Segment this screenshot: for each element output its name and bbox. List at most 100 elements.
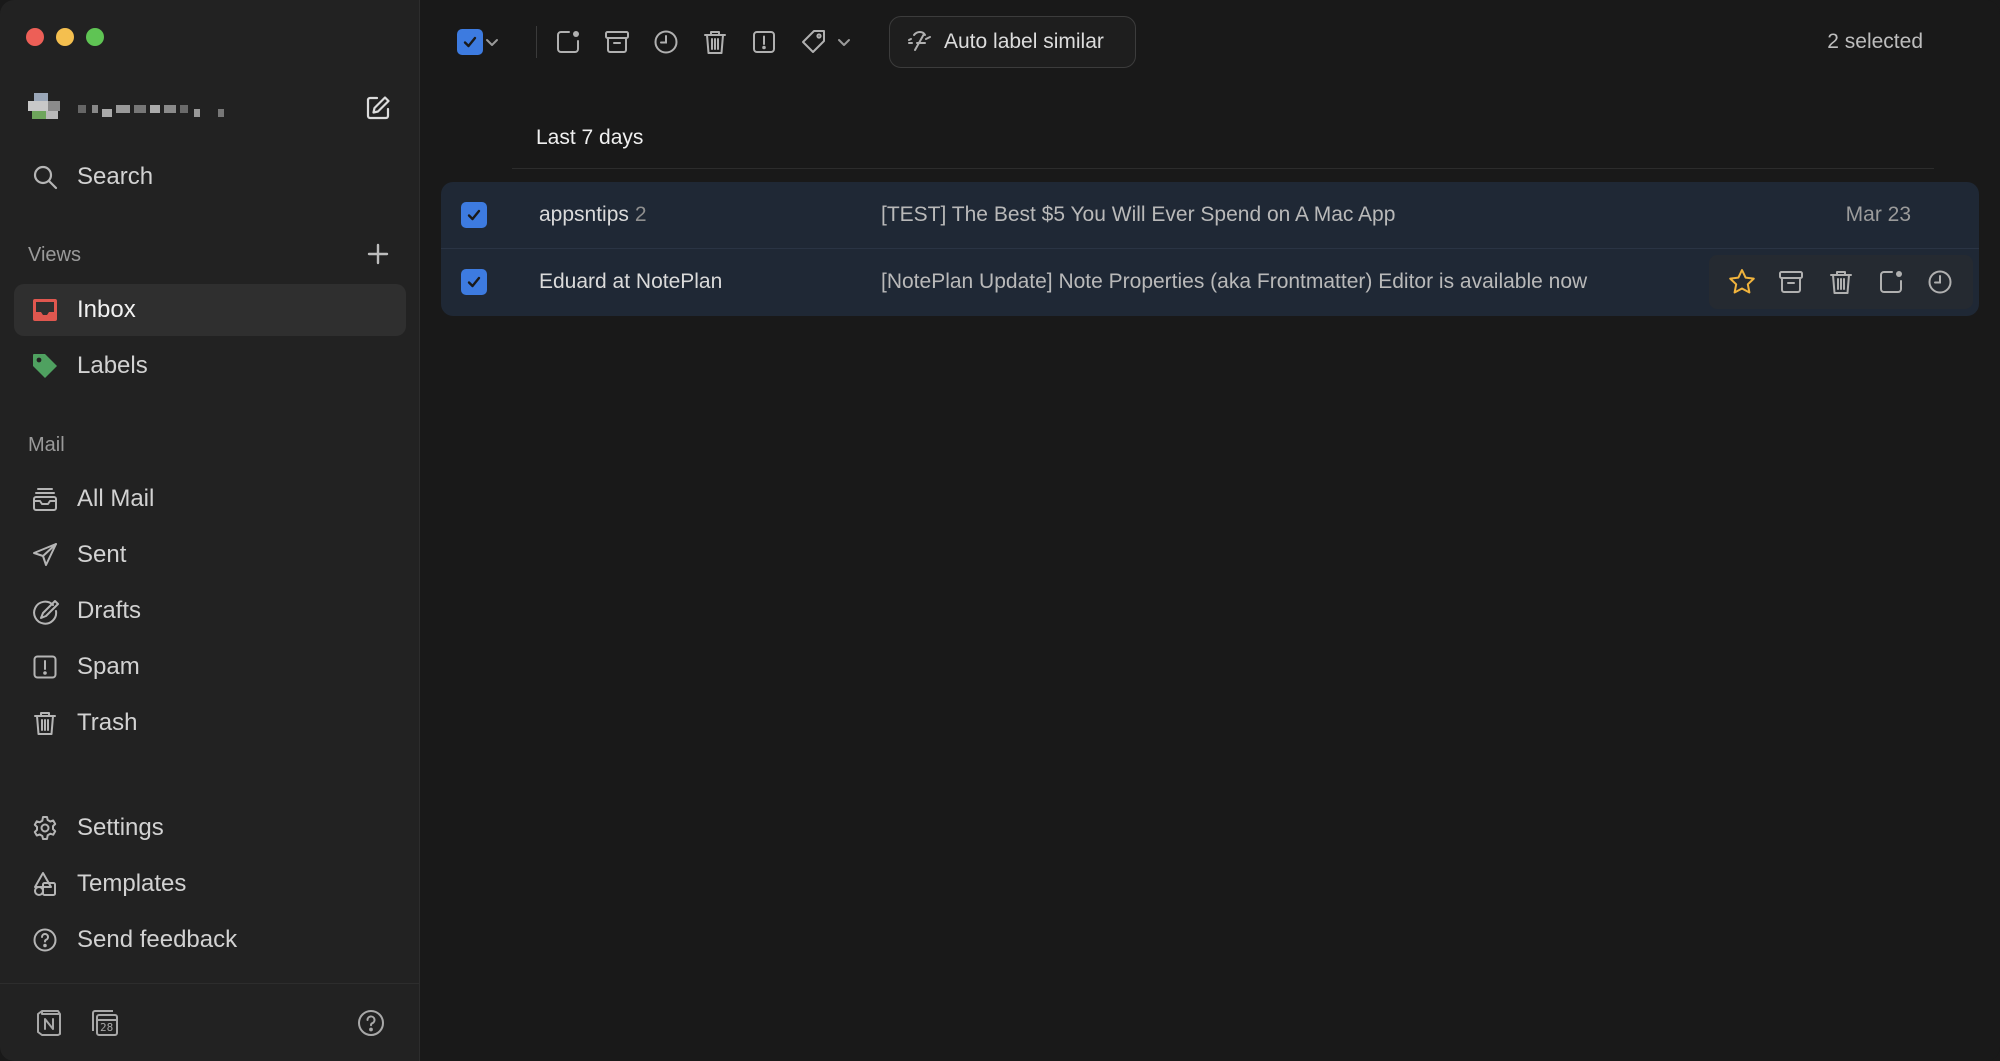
account-switcher[interactable] (28, 90, 268, 128)
trash-icon (1827, 268, 1855, 296)
sender-name: Eduard at NotePlan (539, 270, 723, 293)
sender-name: appsntips (539, 203, 629, 226)
snooze-button[interactable] (648, 24, 684, 60)
delete-button[interactable] (697, 24, 733, 60)
thread-sender: appsntips 2 (539, 203, 647, 227)
spam-label: Spam (77, 653, 140, 680)
send-feedback-label: Send feedback (77, 926, 238, 953)
archive-icon (1777, 268, 1805, 296)
help-circle-icon (28, 923, 62, 957)
tag-icon (28, 349, 62, 383)
sidebar-footer: 28 (0, 983, 420, 1061)
compose-icon (364, 94, 392, 122)
report-spam-button[interactable] (746, 24, 782, 60)
thread-subject: [NotePlan Update] Note Properties (aka F… (881, 270, 1588, 293)
sidebar-item-settings[interactable]: Settings (14, 802, 406, 854)
avatar (28, 93, 64, 125)
account-name (78, 99, 258, 119)
sidebar-item-sent[interactable]: Sent (14, 529, 406, 581)
search-button[interactable]: Search (14, 151, 406, 203)
mark-unread-icon (554, 28, 582, 56)
thread-row[interactable]: Eduard at NotePlan [NotePlan Update] Not… (441, 249, 1979, 315)
compose-button[interactable] (362, 92, 394, 124)
gear-icon (28, 811, 62, 845)
notion-button[interactable] (32, 1006, 66, 1040)
drafts-label: Drafts (77, 597, 142, 624)
search-icon (28, 160, 62, 194)
spam-icon (750, 28, 778, 56)
select-options-dropdown[interactable] (480, 24, 504, 60)
auto-label-similar-button[interactable]: Auto label similar (889, 16, 1136, 68)
draft-icon (28, 594, 62, 628)
sidebar-item-trash[interactable]: Trash (14, 697, 406, 749)
archive-button[interactable] (599, 24, 635, 60)
minimize-window-button[interactable] (56, 28, 74, 46)
thread-date: Mar 23 (1845, 203, 1911, 226)
trash-icon (701, 28, 729, 56)
calendar-icon: 28 (90, 1008, 120, 1038)
all-mail-label: All Mail (77, 485, 155, 512)
all-mail-icon (28, 482, 62, 516)
add-view-button[interactable] (362, 238, 394, 270)
chevron-down-icon (484, 34, 500, 50)
inbox-label: Inbox (77, 296, 136, 323)
traffic-lights (26, 28, 104, 46)
thread-subject: [TEST] The Best $5 You Will Ever Spend o… (881, 203, 1396, 226)
app-window: Search Views Inbox Labels Mail All Mail … (0, 0, 2000, 1061)
close-window-button[interactable] (26, 28, 44, 46)
search-label: Search (77, 163, 154, 190)
inbox-icon (28, 293, 62, 327)
divider (512, 168, 1934, 169)
settings-label: Settings (77, 814, 164, 841)
chevron-down-icon (836, 34, 852, 50)
sidebar-item-send-feedback[interactable]: Send feedback (14, 914, 406, 966)
views-section-title: Views (28, 244, 81, 266)
mark-unread-icon (1877, 268, 1905, 296)
row-archive-button[interactable] (1773, 264, 1809, 300)
spam-icon (28, 650, 62, 684)
row-mark-unread-button[interactable] (1873, 264, 1909, 300)
sidebar-item-all-mail[interactable]: All Mail (14, 473, 406, 525)
trash-label: Trash (77, 709, 138, 736)
row-snooze-button[interactable] (1922, 264, 1958, 300)
thread-checkbox[interactable] (461, 269, 487, 295)
mail-section-title: Mail (28, 434, 65, 456)
notion-icon (34, 1008, 64, 1038)
thread-list: appsntips 2 [TEST] The Best $5 You Will E… (441, 182, 1979, 316)
sidebar-item-spam[interactable]: Spam (14, 641, 406, 693)
paper-plane-icon (28, 538, 62, 572)
sidebar-item-inbox[interactable]: Inbox (14, 284, 406, 336)
tag-icon (800, 28, 828, 56)
selected-count: 2 selected (1827, 30, 1923, 53)
star-button[interactable] (1724, 264, 1760, 300)
sidebar-item-drafts[interactable]: Drafts (14, 585, 406, 637)
star-icon (1727, 267, 1757, 297)
help-icon (356, 1008, 386, 1038)
group-header: Last 7 days (536, 126, 644, 149)
clock-icon (652, 28, 680, 56)
sidebar-item-labels[interactable]: Labels (14, 340, 406, 392)
mark-unread-button[interactable] (550, 24, 586, 60)
sidebar-item-templates[interactable]: Templates (14, 858, 406, 910)
auto-label-icon (906, 27, 936, 57)
templates-label: Templates (77, 870, 187, 897)
thread-row[interactable]: appsntips 2 [TEST] The Best $5 You Will E… (441, 182, 1979, 248)
plus-icon (366, 242, 390, 266)
sent-label: Sent (77, 541, 127, 568)
row-delete-button[interactable] (1823, 264, 1859, 300)
thread-checkbox[interactable] (461, 202, 487, 228)
calendar-day: 28 (100, 1021, 114, 1034)
zoom-window-button[interactable] (86, 28, 104, 46)
calendar-button[interactable]: 28 (88, 1006, 122, 1040)
row-hover-actions (1709, 255, 1973, 309)
trash-icon (28, 706, 62, 740)
clock-icon (1926, 268, 1954, 296)
thread-sender: Eduard at NotePlan (539, 270, 722, 294)
label-button[interactable] (796, 24, 832, 60)
templates-icon (28, 867, 62, 901)
label-options-dropdown[interactable] (832, 24, 856, 60)
sidebar: Search Views Inbox Labels Mail All Mail … (0, 0, 420, 1061)
thread-count: 2 (634, 203, 647, 226)
labels-label: Labels (77, 352, 148, 379)
help-button[interactable] (354, 1006, 388, 1040)
